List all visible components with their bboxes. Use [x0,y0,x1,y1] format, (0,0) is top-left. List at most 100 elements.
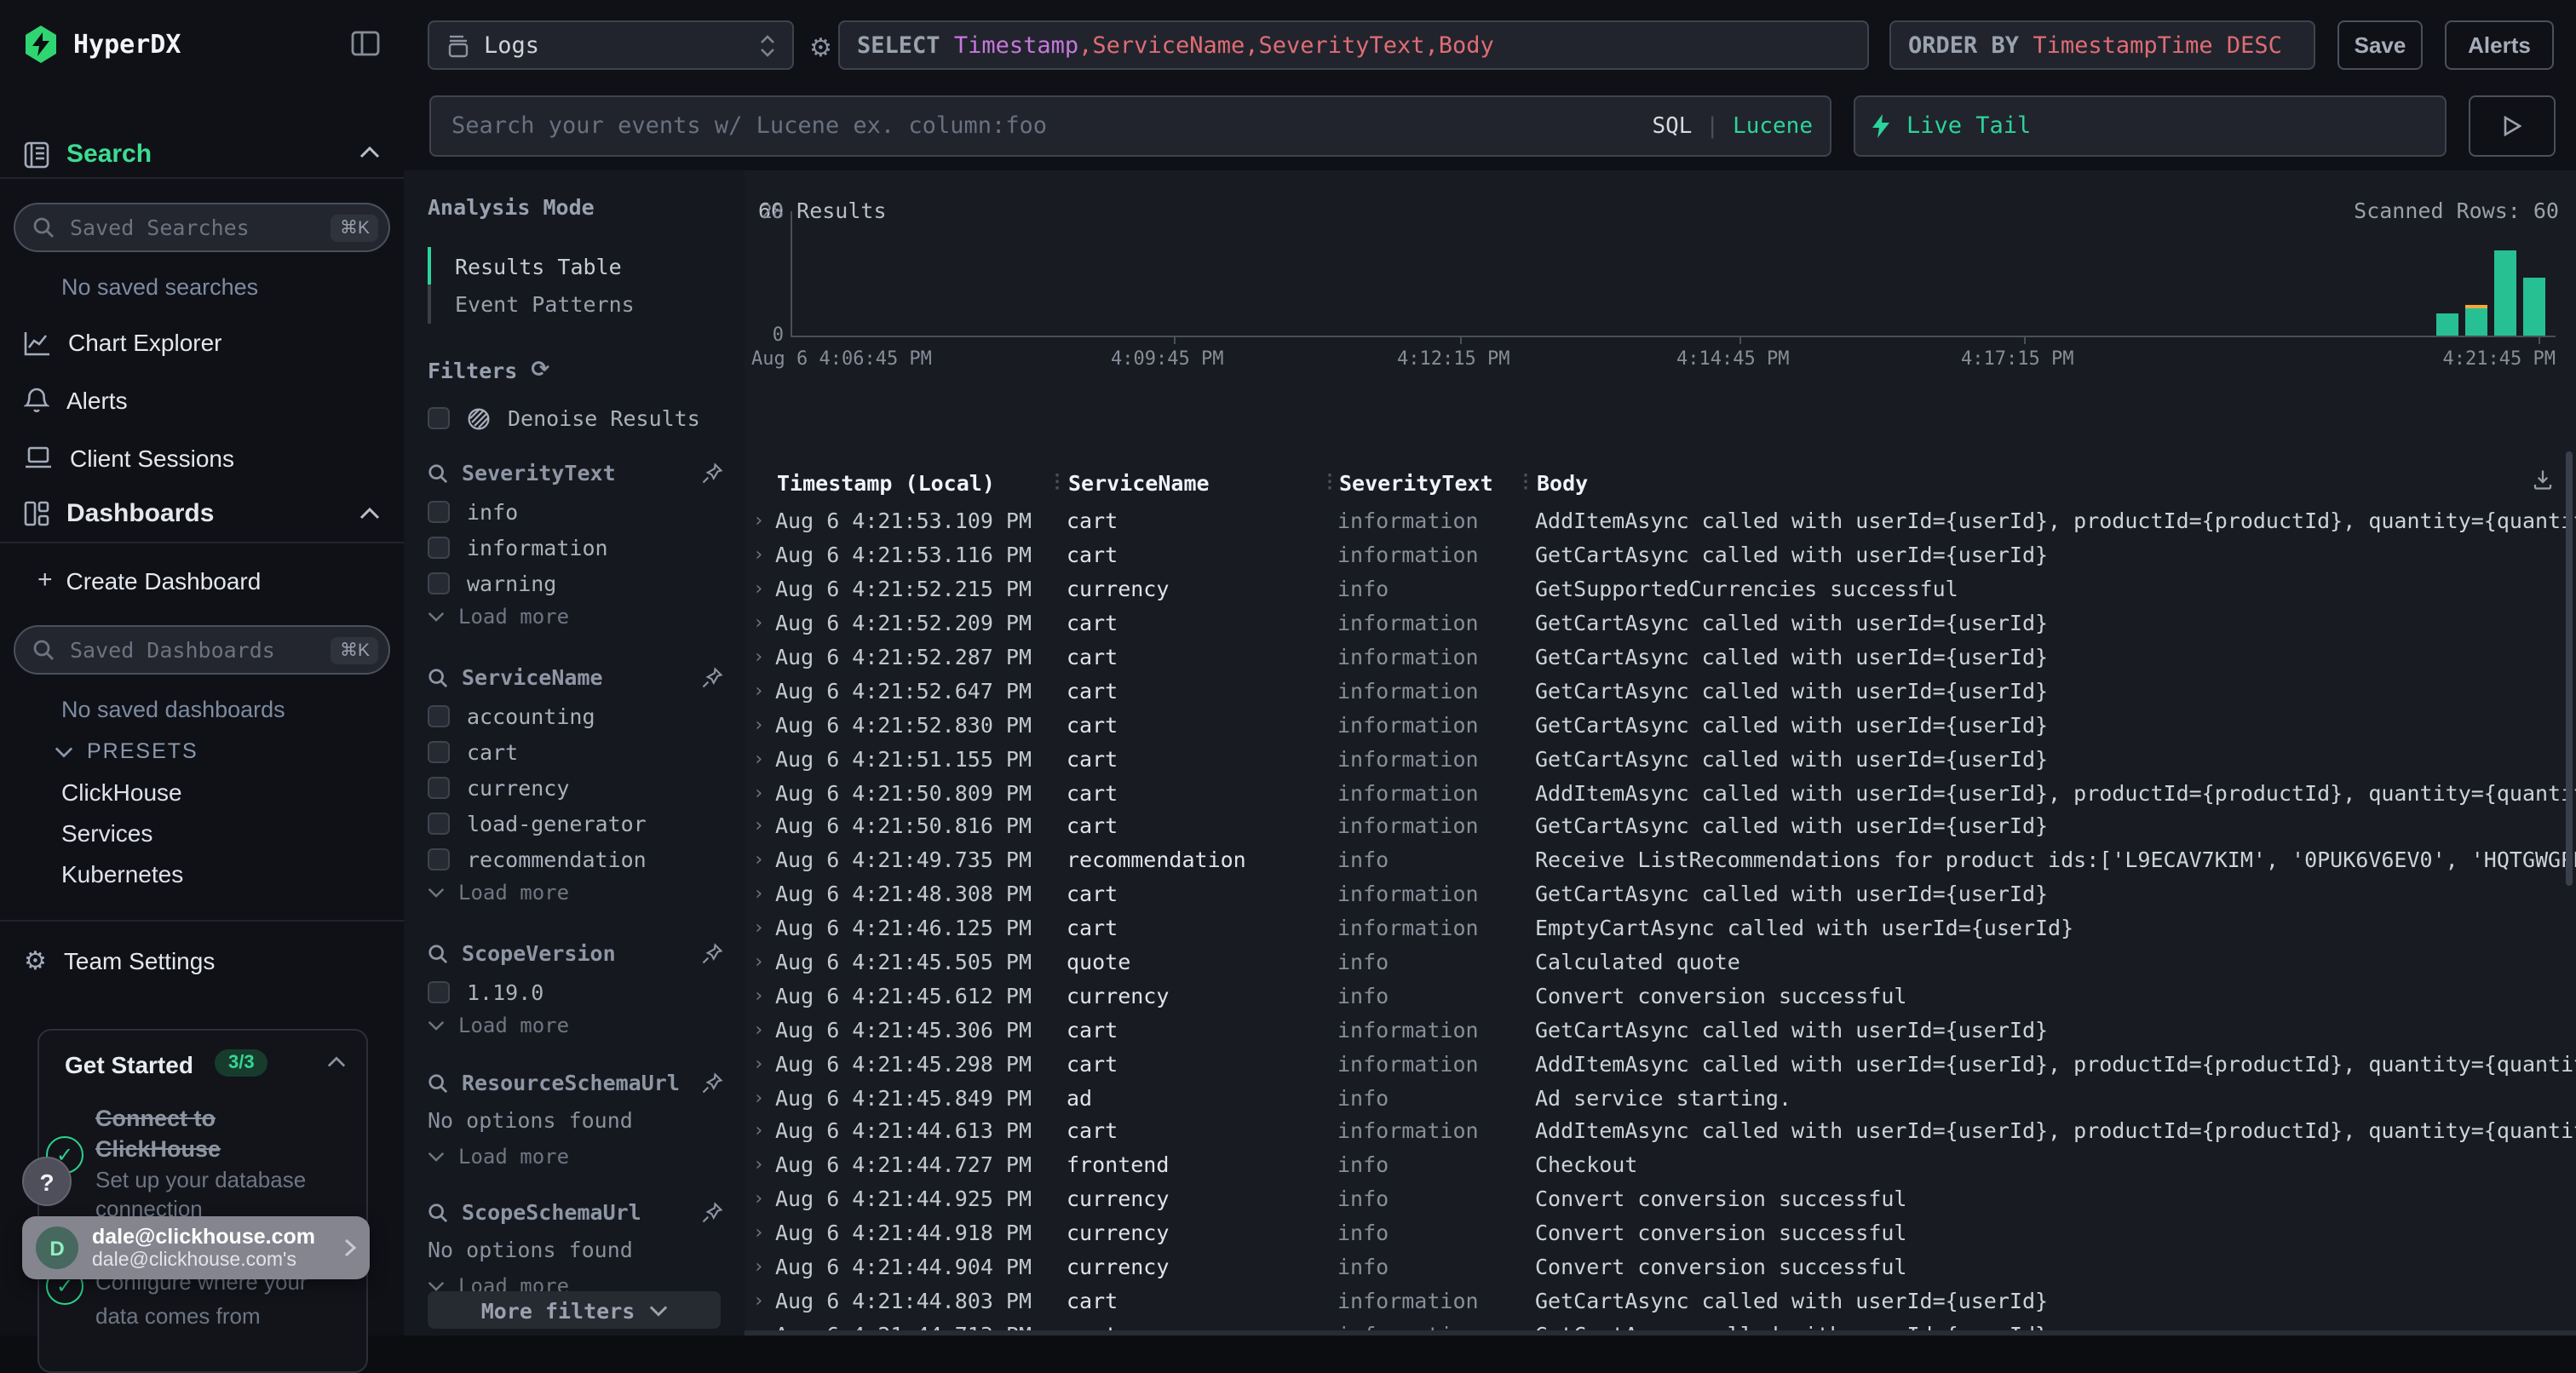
table-row[interactable]: › Aug 6 4:21:50.816 PM cart information … [745,809,2576,843]
table-row[interactable]: › Aug 6 4:21:45.849 PM ad info Ad servic… [745,1080,2576,1114]
table-row[interactable]: › Aug 6 4:21:45.612 PM currency info Con… [745,979,2576,1013]
get-started-step1-title[interactable]: Connect to ClickHouse [95,1104,334,1165]
checkbox[interactable] [428,777,450,799]
row-expand-icon[interactable]: › [745,1120,775,1142]
pin-icon[interactable] [700,461,724,485]
table-row[interactable]: › Aug 6 4:21:46.125 PM cart information … [745,911,2576,945]
pin-icon[interactable] [700,665,724,689]
facet-option[interactable]: 1.19.0 [428,974,543,1010]
search-icon[interactable] [428,943,448,963]
facet-option[interactable]: recommendation [428,842,647,877]
table-row[interactable]: › Aug 6 4:21:44.803 PM cart information … [745,1284,2576,1318]
checkbox[interactable] [428,572,450,595]
sql-mode-toggle[interactable]: SQL [1652,113,1692,139]
row-expand-icon[interactable]: › [745,1255,775,1278]
table-row[interactable]: › Aug 6 4:21:45.306 PM cart information … [745,1013,2576,1047]
checkbox[interactable] [428,705,450,727]
run-query-play-button[interactable] [2469,95,2556,157]
table-row[interactable]: › Aug 6 4:21:44.727 PM frontend info Che… [745,1148,2576,1182]
table-row[interactable]: › Aug 6 4:21:52.215 PM currency info Get… [745,572,2576,606]
row-expand-icon[interactable]: › [745,646,775,668]
facet-option[interactable]: accounting [428,698,647,734]
select-columns-input[interactable]: SELECT Timestamp ,ServiceName,SeverityTe… [838,20,1869,70]
col-header-timestamp[interactable]: Timestamp (Local) [777,470,995,496]
pin-icon[interactable] [700,1200,724,1224]
refresh-filters-icon[interactable]: ⟳ [531,358,549,383]
col-header-body[interactable]: Body [1537,470,1588,496]
table-row[interactable]: › Aug 6 4:21:52.830 PM cart information … [745,708,2576,742]
sidebar-item-dashboards[interactable]: Dashboards [24,499,214,528]
load-more-button[interactable]: Load more [428,605,569,629]
sidebar-item-client-sessions[interactable]: Client Sessions [24,445,234,472]
chevron-up-icon[interactable] [359,508,380,520]
alerts-button[interactable]: Alerts [2445,20,2554,70]
row-expand-icon[interactable]: › [745,882,775,905]
sidebar-item-search[interactable]: Search [24,140,152,169]
checkbox[interactable] [428,981,450,1003]
load-more-button[interactable]: Load more [428,1014,569,1037]
row-expand-icon[interactable]: › [745,1290,775,1312]
chevron-up-icon[interactable] [359,146,380,158]
download-results-icon[interactable] [2530,467,2556,492]
table-row[interactable]: › Aug 6 4:21:50.809 PM cart information … [745,775,2576,809]
col-resize-handle[interactable]: ⋮ [1048,470,1067,492]
row-expand-icon[interactable]: › [745,577,775,600]
chevron-up-icon[interactable] [327,1056,346,1068]
more-filters-button[interactable]: More filters [428,1291,721,1329]
live-tail-button[interactable]: Live Tail [1854,95,2447,157]
facet-option[interactable]: warning [428,566,608,601]
facet-option[interactable]: load-generator [428,806,647,842]
chart-bar[interactable] [2465,305,2487,336]
row-expand-icon[interactable]: › [745,815,775,837]
source-select[interactable]: Logs [428,20,794,70]
table-row[interactable]: › Aug 6 4:21:45.505 PM quote info Calcul… [745,945,2576,979]
help-button[interactable]: ? [22,1157,72,1206]
preset-dashboard-link[interactable]: Services [61,819,152,847]
search-icon[interactable] [428,462,448,483]
search-icon[interactable] [428,1202,448,1222]
load-more-button[interactable]: Load more [428,1145,569,1169]
row-expand-icon[interactable]: › [745,951,775,973]
row-expand-icon[interactable]: › [745,747,775,769]
saved-searches-input[interactable] [66,213,319,242]
checkbox[interactable] [428,741,450,763]
tab-event-patterns[interactable]: Event Patterns [428,284,635,324]
col-resize-handle[interactable]: ⋮ [1320,470,1339,492]
sidebar-item-alerts[interactable]: Alerts [24,387,128,414]
row-expand-icon[interactable]: › [745,849,775,871]
table-row[interactable]: › Aug 6 4:21:53.109 PM cart information … [745,504,2576,538]
facet-option[interactable]: info [428,494,608,530]
row-expand-icon[interactable]: › [745,1188,775,1210]
checkbox[interactable] [428,501,450,523]
checkbox[interactable] [428,848,450,870]
row-expand-icon[interactable]: › [745,1052,775,1074]
event-search-bar[interactable]: SQL | Lucene [429,95,1831,157]
tab-results-table[interactable]: Results Table [428,247,622,286]
row-expand-icon[interactable]: › [745,985,775,1007]
saved-dashboards-search[interactable]: ⌘K [14,625,390,675]
row-expand-icon[interactable]: › [745,1221,775,1244]
save-button[interactable]: Save [2337,20,2423,70]
lucene-mode-toggle[interactable]: Lucene [1733,113,1813,139]
saved-searches-search[interactable]: ⌘K [14,203,390,252]
row-expand-icon[interactable]: › [745,781,775,803]
vertical-scrollbar[interactable] [2566,451,2573,886]
table-row[interactable]: › Aug 6 4:21:44.925 PM currency info Con… [745,1182,2576,1216]
presets-group-toggle[interactable]: PRESETS [55,739,198,763]
table-row[interactable]: › Aug 6 4:21:48.308 PM cart information … [745,877,2576,911]
facet-option[interactable]: currency [428,770,647,806]
results-histogram[interactable]: 28 0 Aug 6 4:06:45 PM 4:09:45 PM 4:12:15… [745,170,2576,366]
facet-option[interactable]: information [428,530,608,566]
table-row[interactable]: › Aug 6 4:21:44.904 PM currency info Con… [745,1249,2576,1284]
preset-dashboard-link[interactable]: ClickHouse [61,778,182,806]
pin-icon[interactable] [700,1071,724,1094]
checkbox[interactable] [428,407,450,429]
search-icon[interactable] [428,667,448,687]
preset-dashboard-link[interactable]: Kubernetes [61,860,183,888]
table-row[interactable]: › Aug 6 4:21:51.155 PM cart information … [745,741,2576,775]
row-expand-icon[interactable]: › [745,612,775,634]
denoise-results-toggle[interactable]: Denoise Results [428,400,700,436]
col-resize-handle[interactable]: ⋮ [1516,470,1535,492]
chart-bar[interactable] [2523,278,2545,336]
collapse-sidebar-icon[interactable] [351,31,380,56]
